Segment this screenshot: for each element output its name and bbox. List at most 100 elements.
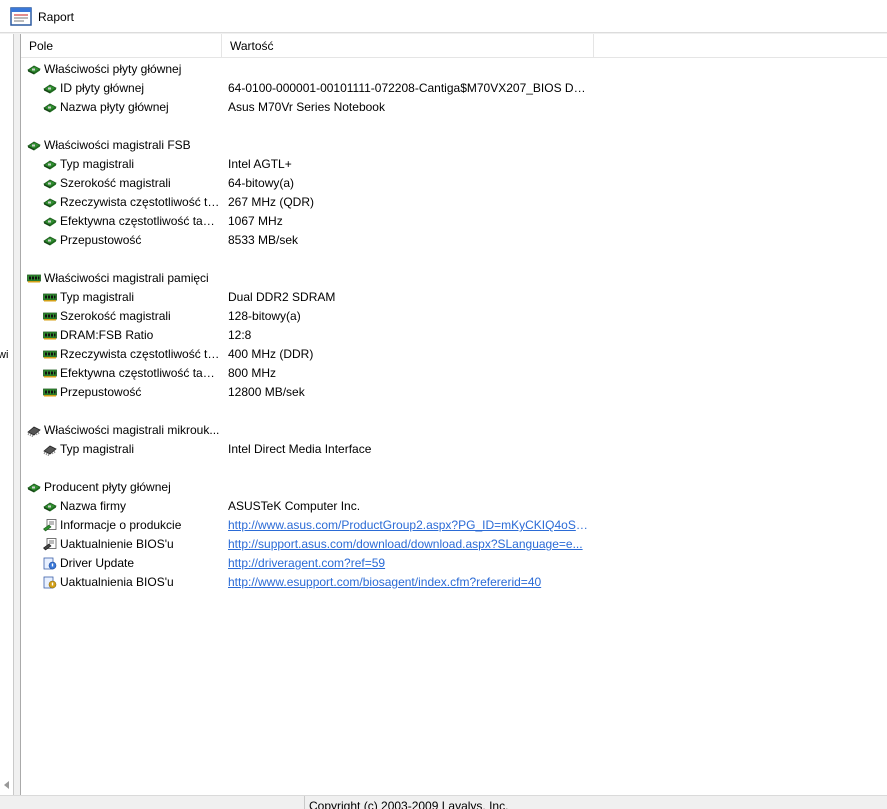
group-title: Właściwości magistrali FSB [44,138,191,152]
toolbar: Raport [0,0,887,33]
field-value: 800 MHz [228,366,277,380]
status-bar: Copyright (c) 2003-2009 Lavalys, Inc. [0,795,887,809]
table-row[interactable]: Nazwa płyty głównej Asus M70Vr Series Not… [21,98,887,117]
field-name: Informacje o produkcie [60,518,182,532]
field-name: Typ magistrali [60,157,135,171]
field-value: ASUSTeK Computer Inc. [228,499,361,513]
table-row[interactable]: Szerokość magistrali 128-bitowy(a) [21,307,887,326]
table-row[interactable]: Przepustowość 8533 MB/sek [21,231,887,250]
motherboard-icon [43,177,57,190]
field-name: Driver Update [60,556,135,570]
field-name: Typ magistrali [60,442,135,456]
field-value: 267 MHz (QDR) [228,195,315,209]
info-link-icon [43,519,57,532]
memory-icon [43,291,57,304]
memory-icon [43,348,57,361]
group-title: Właściwości magistrali pamięci [44,271,209,285]
status-separator [304,796,305,809]
group-title: Właściwości płyty głównej [44,62,182,76]
motherboard-icon [43,500,57,513]
field-value: Intel Direct Media Interface [228,442,372,456]
field-name: Rzeczywista częstotliwość ta... [60,347,220,361]
motherboard-icon [27,63,41,76]
field-name: Uaktualnienie BIOS'u [60,537,174,551]
table-row[interactable]: Informacje o produkcie http://www.asus.co… [21,516,887,535]
field-name: ID płyty głównej [60,81,145,95]
table-row[interactable]: Typ magistrali Intel AGTL+ [21,155,887,174]
bios-update-icon [43,538,57,551]
table-row[interactable]: Rzeczywista częstotliwość ta... 400 MHz (… [21,345,887,364]
motherboard-icon [43,196,57,209]
motherboard-icon [27,481,41,494]
table-row[interactable]: Uaktualnienie BIOS'u http://support.asus.… [21,535,887,554]
left-pane-scrollbar[interactable] [0,34,14,795]
field-name: Uaktualnienia BIOS'u [60,575,174,589]
group-row[interactable]: Właściwości magistrali FSB [21,136,887,155]
field-name: Przepustowość [60,233,142,247]
report-button-label: Raport [38,10,75,24]
group-row[interactable]: Właściwości magistrali pamięci [21,269,887,288]
table-row[interactable]: Typ magistrali Intel Direct Media Interfa… [21,440,887,459]
table-row[interactable]: DRAM:FSB Ratio 12:8 [21,326,887,345]
report-panel: Pole Wartość Właściwości płyty głównej ID… [20,34,887,795]
field-name: Nazwa płyty głównej [60,100,169,114]
table-row[interactable]: Nazwa firmy ASUSTeK Computer Inc. [21,497,887,516]
value-link[interactable]: http://www.esupport.com/biosagent/index.… [228,573,588,592]
field-value: 64-0100-000001-00101111-072208-Cantiga$M… [228,81,588,95]
driver-update-icon [43,557,57,570]
field-value: Asus M70Vr Series Notebook [228,100,385,114]
table-row[interactable]: Efektywna częstotliwość takt... 1067 MHz [21,212,887,231]
blank-row [21,402,887,421]
field-name: Efektywna częstotliwość takt... [60,366,220,380]
chip-icon [27,424,41,438]
chip-icon [43,443,57,457]
table-row[interactable]: Rzeczywista częstotliwość ta... 267 MHz (… [21,193,887,212]
column-header-field[interactable]: Pole [21,34,222,58]
blank-row [21,117,887,136]
field-value: Intel AGTL+ [228,157,292,171]
table-row[interactable]: Efektywna częstotliwość takt... 800 MHz [21,364,887,383]
field-value: 64-bitowy(a) [228,176,295,190]
table-row[interactable]: ID płyty głównej 64-0100-000001-00101111-… [21,79,887,98]
group-row[interactable]: Właściwości płyty głównej [21,60,887,79]
group-row[interactable]: Właściwości magistrali mikrouk... [21,421,887,440]
report-icon [10,7,32,26]
blank-row [21,459,887,478]
bios-agent-icon [43,576,57,589]
table-row[interactable]: Przepustowość 12800 MB/sek [21,383,887,402]
memory-icon [43,329,57,342]
field-value: 400 MHz (DDR) [228,347,314,361]
table-row[interactable]: Szerokość magistrali 64-bitowy(a) [21,174,887,193]
memory-icon [27,272,41,285]
memory-icon [43,367,57,380]
field-name: DRAM:FSB Ratio [60,328,154,342]
column-header-value[interactable]: Wartość [222,34,594,58]
motherboard-icon [43,82,57,95]
value-link[interactable]: http://support.asus.com/download/downloa… [228,535,588,554]
blank-row [21,250,887,269]
field-name: Efektywna częstotliwość takt... [60,214,220,228]
motherboard-icon [43,234,57,247]
group-row[interactable]: Producent płyty głównej [21,478,887,497]
value-link[interactable]: http://www.asus.com/ProductGroup2.aspx?P… [228,516,588,535]
table-row[interactable]: Typ magistrali Dual DDR2 SDRAM [21,288,887,307]
motherboard-icon [43,215,57,228]
field-name: Szerokość magistrali [60,176,171,190]
field-value: 12800 MB/sek [228,385,305,399]
table-row[interactable]: Uaktualnienia BIOS'u http://www.esupport.… [21,573,887,592]
field-name: Typ magistrali [60,290,135,304]
scroll-left-icon[interactable] [2,780,12,790]
report-button[interactable]: Raport [6,5,78,29]
memory-icon [43,386,57,399]
field-name: Nazwa firmy [60,499,127,513]
field-name: Przepustowość [60,385,142,399]
field-name: Rzeczywista częstotliwość ta... [60,195,220,209]
value-link[interactable]: http://driveragent.com?ref=59 [228,554,588,573]
table-row[interactable]: Driver Update http://driveragent.com?ref=… [21,554,887,573]
motherboard-icon [43,101,57,114]
field-value: 12:8 [228,328,252,342]
group-title: Producent płyty głównej [44,480,171,494]
column-header: Pole Wartość [21,34,887,58]
group-title: Właściwości magistrali mikrouk... [44,423,220,437]
memory-icon [43,310,57,323]
